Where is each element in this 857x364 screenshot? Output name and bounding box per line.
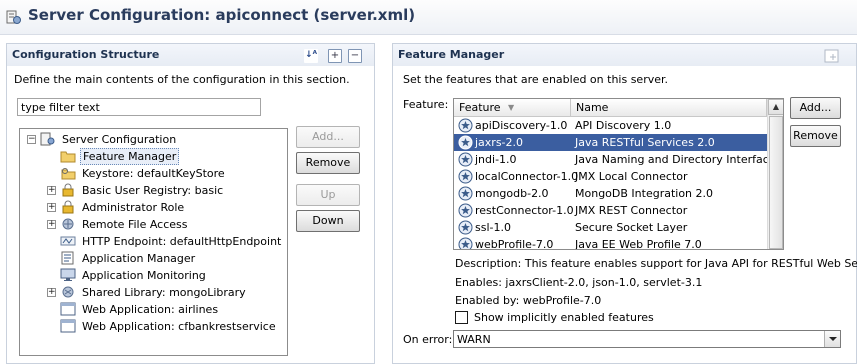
feature-description: Set the features that are enabled on thi… bbox=[403, 73, 669, 86]
table-row[interactable]: webProfile-7.0 Java EE Web Profile 7.0 bbox=[454, 236, 767, 249]
feature-icon bbox=[458, 220, 473, 235]
collapse-icon[interactable]: − bbox=[27, 135, 36, 144]
feature-icon bbox=[458, 237, 473, 249]
on-error-label: On error: bbox=[403, 333, 453, 346]
show-implicit-checkbox[interactable] bbox=[455, 311, 468, 324]
add-structure-button[interactable]: Add... bbox=[296, 126, 360, 148]
configuration-tree[interactable]: − Server Configuration Feature Manager K… bbox=[19, 128, 288, 356]
table-row[interactable]: restConnector-1.0 JMX REST Connector bbox=[454, 202, 767, 219]
add-section-icon[interactable] bbox=[824, 49, 840, 63]
library-icon bbox=[62, 286, 74, 298]
feature-icon bbox=[458, 203, 473, 218]
feature-info-enabled-by: Enabled by: webProfile-7.0 bbox=[455, 294, 602, 307]
server-config-icon bbox=[6, 10, 21, 24]
on-error-select[interactable]: WARN bbox=[453, 330, 841, 348]
structure-description: Define the main contents of the configur… bbox=[14, 73, 350, 86]
expand-icon[interactable]: + bbox=[47, 288, 56, 297]
monitor-icon bbox=[60, 268, 76, 281]
table-row[interactable]: localConnector-1.0 JMX Local Connector bbox=[454, 168, 767, 185]
up-button[interactable]: Up bbox=[296, 184, 360, 206]
feature-info-description: Description: This feature enables suppor… bbox=[455, 257, 857, 270]
expand-icon[interactable]: + bbox=[47, 203, 56, 212]
scrollbar-thumb[interactable] bbox=[769, 116, 783, 249]
vertical-scrollbar[interactable]: ▲ bbox=[767, 99, 783, 249]
expand-icon[interactable]: + bbox=[47, 186, 56, 195]
expand-all-icon[interactable]: + bbox=[328, 49, 342, 63]
sort-icon[interactable]: ↓ᴬ bbox=[304, 49, 318, 63]
server-config-icon bbox=[40, 132, 55, 146]
add-feature-button[interactable]: Add... bbox=[790, 97, 841, 119]
feature-table[interactable]: Feature ▼ Name apiDiscovery-1.0 API Disc… bbox=[453, 98, 784, 250]
feature-info-enables: Enables: jaxrsClient-2.0, json-1.0, serv… bbox=[455, 276, 703, 289]
editor-header: Server Configuration: apiconnect (server… bbox=[0, 0, 857, 35]
table-row[interactable]: ssl-1.0 Secure Socket Layer bbox=[454, 219, 767, 236]
endpoint-icon bbox=[60, 236, 76, 246]
scroll-up-icon[interactable]: ▲ bbox=[768, 99, 783, 115]
column-header-name[interactable]: Name bbox=[571, 99, 767, 117]
collapse-all-icon[interactable]: − bbox=[348, 49, 362, 63]
feature-icon bbox=[458, 118, 473, 133]
feature-icon bbox=[458, 169, 473, 184]
chevron-down-icon[interactable] bbox=[824, 331, 840, 347]
filter-input[interactable]: type filter text bbox=[17, 98, 261, 116]
web-app-icon bbox=[60, 302, 76, 316]
feature-icon bbox=[458, 135, 473, 150]
section-title: Feature Manager bbox=[398, 48, 505, 61]
remove-structure-button[interactable]: Remove bbox=[296, 152, 360, 174]
page-title: Server Configuration: apiconnect (server… bbox=[28, 6, 416, 24]
table-row[interactable]: jaxrs-2.0 Java RESTful Services 2.0 bbox=[454, 134, 767, 151]
feature-label: Feature: bbox=[403, 98, 449, 111]
lock-icon bbox=[62, 200, 74, 214]
lock-icon bbox=[62, 183, 74, 197]
section-title: Configuration Structure bbox=[12, 48, 160, 61]
expand-icon[interactable]: + bbox=[47, 220, 56, 229]
show-implicit-label: Show implicitly enabled features bbox=[474, 311, 654, 324]
sort-descending-icon: ▼ bbox=[508, 103, 515, 112]
feature-icon bbox=[458, 186, 473, 201]
down-button[interactable]: Down bbox=[296, 210, 360, 232]
web-app-icon bbox=[60, 319, 76, 333]
remote-access-icon bbox=[62, 218, 74, 230]
table-row[interactable]: jndi-1.0 Java Naming and Directory Inter… bbox=[454, 151, 776, 168]
app-manager-icon bbox=[61, 251, 74, 265]
feature-icon bbox=[458, 152, 473, 167]
column-header-feature[interactable]: Feature ▼ bbox=[454, 99, 571, 117]
table-row[interactable]: apiDiscovery-1.0 API Discovery 1.0 bbox=[454, 117, 767, 134]
remove-feature-button[interactable]: Remove bbox=[790, 125, 841, 147]
keystore-icon bbox=[61, 168, 76, 180]
folder-icon bbox=[60, 151, 76, 163]
table-row[interactable]: mongodb-2.0 MongoDB Integration 2.0 bbox=[454, 185, 767, 202]
